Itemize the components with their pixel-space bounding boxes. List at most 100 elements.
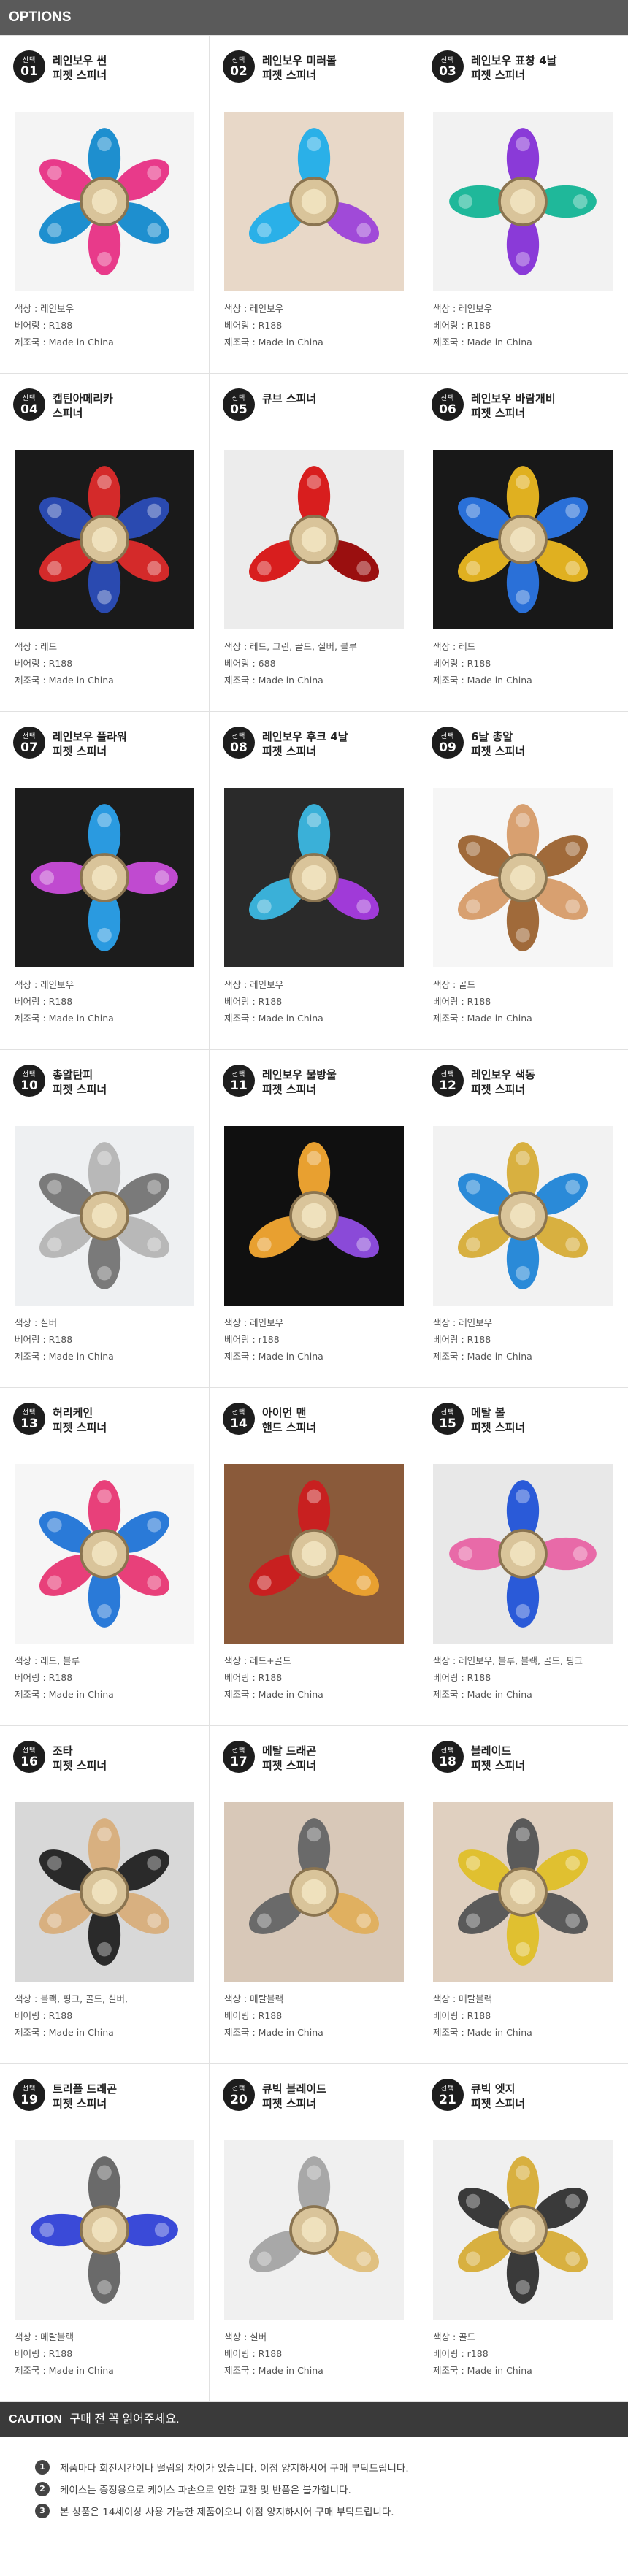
product-title: 블레이드 피젯 스피너 — [471, 1744, 622, 1773]
product-option-14[interactable]: 선택 14 아이언 맨 핸드 스피너 색상 : 레드+골드 베어링 : R188 … — [210, 1388, 418, 1726]
blade-spinner-icon — [433, 1802, 613, 1982]
badge-label: 선택 — [440, 2085, 455, 2093]
product-option-06[interactable]: 선택 06 레인보우 바람개비 피젯 스피너 색상 : 레드 베어링 : R188… — [418, 374, 628, 712]
spec-bearing: 베어링 : R188 — [15, 658, 73, 669]
note-text: 본 상품은 14세이상 사용 가능한 제품이오니 이점 양지하시어 구매 부탁드… — [60, 2507, 394, 2518]
spec-color: 색상 : 골드 — [433, 979, 476, 990]
caution-note: 3 본 상품은 14세이상 사용 가능한 제품이오니 이점 양지하시어 구매 부… — [35, 2500, 628, 2522]
spec-color: 색상 : 레드 — [433, 641, 476, 652]
product-title-line: 스피너 — [53, 407, 83, 420]
product-option-04[interactable]: 선택 04 캡틴아메리카 스피너 색상 : 레드 베어링 : R188 제조국 :… — [0, 374, 210, 712]
option-number-badge: 선택 14 — [223, 1403, 255, 1435]
badge-number: 01 — [20, 64, 38, 79]
spec-color: 색상 : 레인보우 — [15, 303, 74, 314]
cube-spinner-icon — [224, 450, 404, 629]
badge-label: 선택 — [22, 2085, 37, 2093]
product-option-21[interactable]: 선택 21 큐빅 엣지 피젯 스피너 색상 : 골드 베어링 : r188 제조국… — [418, 2064, 628, 2402]
badge-label: 선택 — [440, 1747, 455, 1755]
spec-bearing: 베어링 : R188 — [433, 996, 491, 1007]
product-photo — [224, 2140, 404, 2320]
option-number-badge: 선택 20 — [223, 2079, 255, 2111]
product-option-19[interactable]: 선택 19 트리플 드래곤 피젯 스피너 색상 : 메탈블랙 베어링 : R188… — [0, 2064, 210, 2402]
spec-bearing: 베어링 : 688 — [224, 658, 276, 669]
product-option-16[interactable]: 선택 16 조타 피젯 스피너 색상 : 블랙, 핑크, 골드, 실버, 베어링 … — [0, 1726, 210, 2064]
product-title-line: 레인보우 색동 — [471, 1068, 536, 1081]
product-title-line: 피젯 스피너 — [471, 407, 526, 420]
product-option-15[interactable]: 선택 15 메탈 볼 피젯 스피너 색상 : 레인보우, 블루, 블랙, 골드, … — [418, 1388, 628, 1726]
product-option-13[interactable]: 선택 13 허리케인 피젯 스피너 색상 : 레드, 블루 베어링 : R188 … — [0, 1388, 210, 1726]
spec-bearing: 베어링 : R188 — [433, 1672, 491, 1683]
product-specs: 색상 : 레인보우 베어링 : r188 제조국 : Made in China — [224, 1314, 413, 1365]
product-option-09[interactable]: 선택 09 6날 총알 피젯 스피너 색상 : 골드 베어링 : R188 제조국… — [418, 712, 628, 1050]
product-option-05[interactable]: 선택 05 큐브 스피너 색상 : 레드, 그린, 골드, 실버, 블루 베어링… — [210, 374, 418, 712]
product-specs: 색상 : 골드 베어링 : r188 제조국 : Made in China — [433, 2328, 624, 2379]
product-specs: 색상 : 실버 베어링 : R188 제조국 : Made in China — [15, 1314, 204, 1365]
product-specs: 색상 : 골드 베어링 : R188 제조국 : Made in China — [433, 976, 624, 1027]
badge-number: 17 — [230, 1755, 248, 1769]
badge-number: 06 — [439, 402, 456, 417]
spec-origin: 제조국 : Made in China — [15, 337, 114, 348]
product-title-line: 레인보우 플라워 — [53, 730, 127, 743]
product-title-line: 피젯 스피너 — [53, 1083, 107, 1096]
product-title-line: 피젯 스피너 — [53, 1421, 107, 1434]
badge-number: 02 — [230, 64, 248, 79]
spec-origin: 제조국 : Made in China — [15, 2027, 114, 2038]
option-number-badge: 선택 06 — [432, 388, 464, 421]
spec-origin: 제조국 : Made in China — [15, 2365, 114, 2376]
spec-color: 색상 : 레드, 블루 — [15, 1655, 80, 1666]
rainbow-hook-spinner-icon — [224, 788, 404, 967]
product-option-11[interactable]: 선택 11 레인보우 물방울 피젯 스피너 색상 : 레인보우 베어링 : r18… — [210, 1050, 418, 1388]
badge-number: 14 — [230, 1417, 248, 1431]
product-title: 큐빅 블레이드 피젯 스피너 — [262, 2082, 412, 2111]
product-title: 큐브 스피너 — [262, 391, 412, 406]
spec-color: 색상 : 레인보우 — [224, 1317, 284, 1328]
product-title-line: 피젯 스피너 — [262, 69, 317, 82]
spec-color: 색상 : 레드+골드 — [224, 1655, 291, 1666]
product-photo — [433, 1464, 613, 1644]
options-header: OPTIONS — [0, 0, 628, 35]
product-option-12[interactable]: 선택 12 레인보우 색동 피젯 스피너 색상 : 레인보우 베어링 : R188… — [418, 1050, 628, 1388]
product-option-18[interactable]: 선택 18 블레이드 피젯 스피너 색상 : 메탈블랙 베어링 : R188 제조… — [418, 1726, 628, 2064]
product-photo — [224, 1126, 404, 1306]
badge-label: 선택 — [231, 1747, 246, 1755]
spec-color: 색상 : 블랙, 핑크, 골드, 실버, — [15, 1993, 128, 2004]
product-title: 6날 총알 피젯 스피너 — [471, 729, 622, 759]
product-option-02[interactable]: 선택 02 레인보우 미러볼 피젯 스피너 색상 : 레인보우 베어링 : R18… — [210, 36, 418, 374]
hurricane-spinner-icon — [15, 1464, 194, 1644]
spec-color: 색상 : 레인보우 — [224, 979, 284, 990]
spec-bearing: 베어링 : R188 — [224, 996, 283, 1007]
product-specs: 색상 : 실버 베어링 : R188 제조국 : Made in China — [224, 2328, 413, 2379]
product-specs: 색상 : 레드+골드 베어링 : R188 제조국 : Made in Chin… — [224, 1652, 413, 1703]
caution-header: CAUTION 구매 전 꼭 읽어주세요. — [0, 2402, 628, 2437]
option-number-badge: 선택 12 — [432, 1065, 464, 1097]
product-option-03[interactable]: 선택 03 레인보우 표창 4날 피젯 스피너 색상 : 레인보우 베어링 : R… — [418, 36, 628, 374]
captain-america-spinner-icon — [15, 450, 194, 629]
product-title: 레인보우 물방울 피젯 스피너 — [262, 1067, 412, 1097]
spec-color: 색상 : 메탈블랙 — [224, 1993, 284, 2004]
spec-bearing: 베어링 : R188 — [15, 1334, 73, 1345]
product-title-line: 레인보우 미러볼 — [262, 54, 337, 67]
product-photo — [15, 450, 194, 629]
badge-label: 선택 — [440, 733, 455, 740]
spec-origin: 제조국 : Made in China — [433, 675, 532, 686]
spec-bearing: 베어링 : R188 — [15, 2348, 73, 2359]
option-number-badge: 선택 07 — [13, 727, 45, 759]
option-number-badge: 선택 03 — [432, 50, 464, 83]
badge-label: 선택 — [22, 57, 37, 64]
spec-bearing: 베어링 : R188 — [15, 996, 73, 1007]
product-option-20[interactable]: 선택 20 큐빅 블레이드 피젯 스피너 색상 : 실버 베어링 : R188 제… — [210, 2064, 418, 2402]
spec-origin: 제조국 : Made in China — [224, 675, 323, 686]
product-title: 큐빅 엣지 피젯 스피너 — [471, 2082, 622, 2111]
product-option-01[interactable]: 선택 01 레인보우 썬 피젯 스피너 색상 : 레인보우 베어링 : R188 … — [0, 36, 210, 374]
badge-number: 19 — [20, 2093, 38, 2107]
product-title-line: 큐빅 블레이드 — [262, 2082, 327, 2096]
spec-color: 색상 : 레인보우 — [15, 979, 74, 990]
product-option-08[interactable]: 선택 08 레인보우 후크 4날 피젯 스피너 색상 : 레인보우 베어링 : R… — [210, 712, 418, 1050]
product-photo — [433, 112, 613, 291]
spec-color: 색상 : 레인보우 — [433, 1317, 493, 1328]
product-photo — [15, 1464, 194, 1644]
spec-color: 색상 : 레드, 그린, 골드, 실버, 블루 — [224, 641, 357, 652]
product-option-10[interactable]: 선택 10 총알탄피 피젯 스피너 색상 : 실버 베어링 : R188 제조국 … — [0, 1050, 210, 1388]
product-option-17[interactable]: 선택 17 메탈 드래곤 피젯 스피너 색상 : 메탈블랙 베어링 : R188 … — [210, 1726, 418, 2064]
product-option-07[interactable]: 선택 07 레인보우 플라워 피젯 스피너 색상 : 레인보우 베어링 : R18… — [0, 712, 210, 1050]
